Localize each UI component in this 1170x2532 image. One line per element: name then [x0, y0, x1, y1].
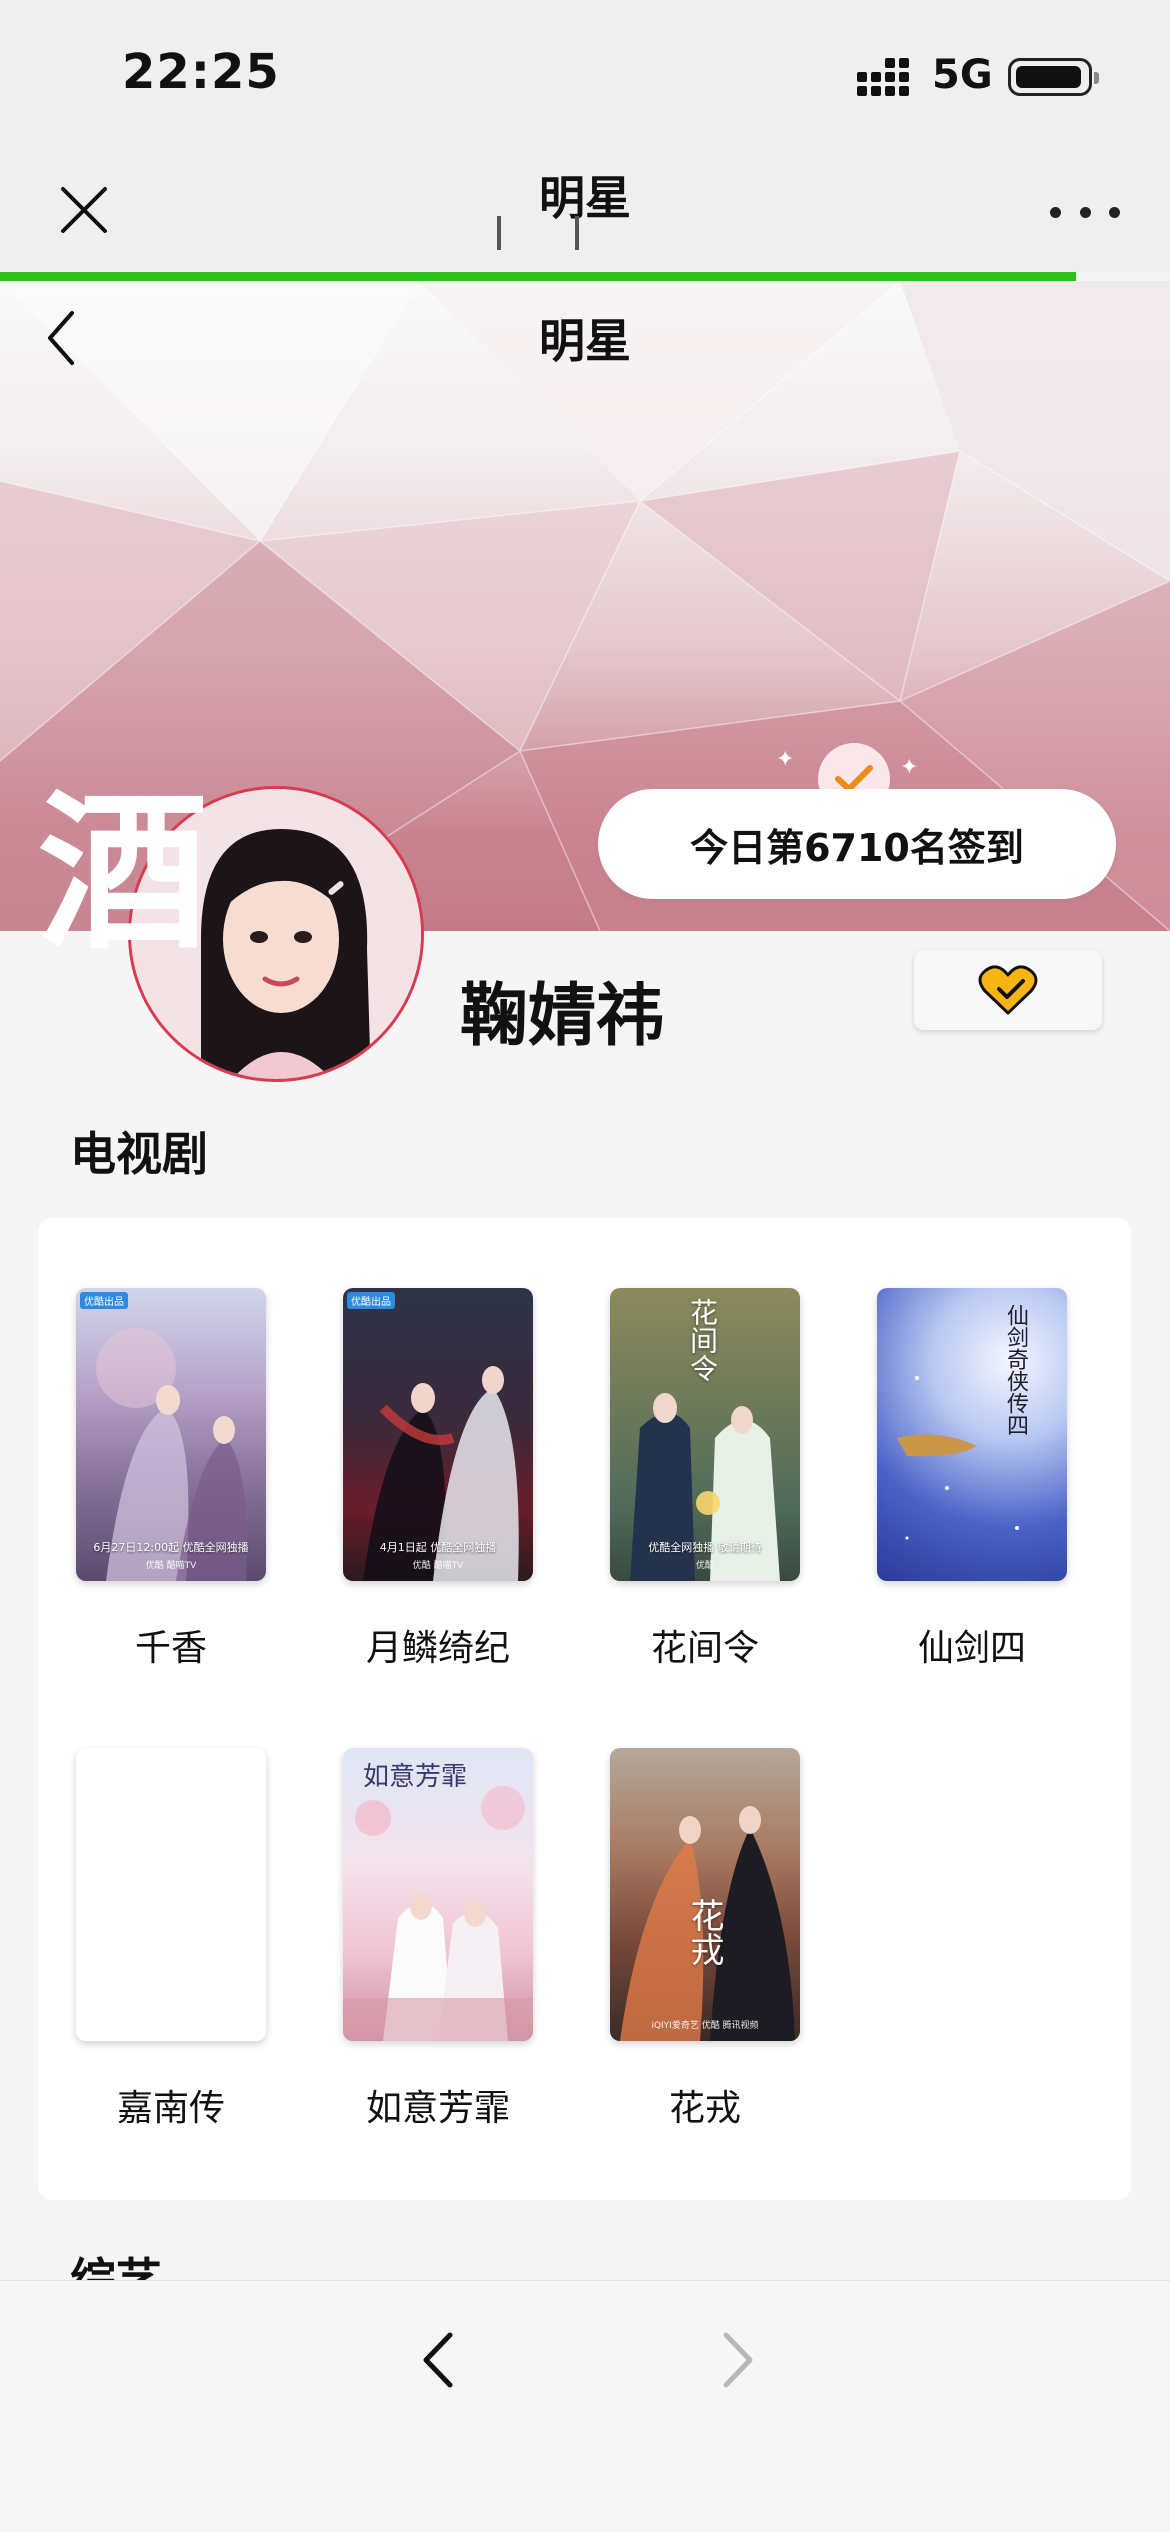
poster-title: 花戎: [684, 1898, 724, 1966]
follow-button[interactable]: [914, 950, 1102, 1030]
mini-program-title-bar: 明星: [0, 150, 1170, 272]
status-bar: 22:25 5G: [0, 0, 1170, 150]
poster-art: [363, 1366, 519, 1581]
show-title: 千香: [134, 1628, 207, 1669]
poster-caption: 4月1日起 优酷全网独播: [379, 1541, 497, 1554]
poster-title: 仙剑奇侠传四: [1003, 1304, 1028, 1436]
progress-fill: [0, 272, 1077, 281]
poster-tag: 优酷出品: [80, 1292, 128, 1309]
show-item[interactable]: 如意芳霏 如意芳霏: [328, 1748, 548, 2131]
poster-title: 如意芳霏: [363, 1762, 468, 1792]
banner-title: 明星: [539, 314, 631, 368]
show-item[interactable]: 优酷出品 4月1日起 优酷全网独播 优酷 酷喵TV 月鳞绮纪: [328, 1288, 548, 1671]
dot-icon: [1109, 206, 1120, 218]
show-item[interactable]: 花戎 iQIYI爱奇艺 优酷 腾讯视频 花戎: [595, 1748, 815, 2131]
show-poster[interactable]: 花间令 优酷全网独播 敬请期待 优酷: [610, 1288, 800, 1581]
show-item[interactable]: 花间令 优酷全网独播 敬请期待 优酷 花间令: [595, 1288, 815, 1671]
show-poster[interactable]: 优酷出品 4月1日起 优酷全网独播 优酷 酷喵TV: [343, 1288, 533, 1581]
poster-caption: 6月27日12:00起 优酷全网独播: [93, 1541, 249, 1554]
network-type: 5G: [932, 52, 993, 98]
poster-caption: 优酷全网独播 敬请期待: [648, 1541, 762, 1554]
bottom-navigation-bar: [0, 2280, 1170, 2532]
show-title: 如意芳霏: [365, 2088, 510, 2129]
poster-art: [620, 1806, 795, 2041]
page-title: 明星: [539, 171, 631, 225]
show-title: 花间令: [650, 1628, 759, 1669]
tv-show-grid: 优酷出品 6月27日12:00起 优酷全网独播 优酷 酷喵TV 千香 优酷出品 …: [38, 1218, 1131, 2200]
poster-art: [897, 1376, 1019, 1540]
show-title: 仙剑四: [917, 1628, 1026, 1669]
show-title: 花戎: [668, 2088, 741, 2129]
poster-title: 花间令: [686, 1298, 719, 1382]
sparkle-icon: ✦: [900, 755, 919, 780]
nav-back-button[interactable]: [410, 2325, 470, 2395]
show-poster[interactable]: 花戎 iQIYI爱奇艺 优酷 腾讯视频: [610, 1748, 800, 2041]
poster-art: [96, 1328, 247, 1581]
poster-tag: 优酷出品: [347, 1292, 395, 1309]
dot-icon: [1079, 206, 1091, 218]
loading-indicator-icon: [497, 216, 579, 250]
show-poster[interactable]: [76, 1748, 266, 2041]
status-time: 22:25: [122, 44, 280, 100]
more-options-button[interactable]: [1050, 192, 1120, 232]
battery-icon: [1008, 58, 1099, 96]
show-poster[interactable]: 如意芳霏: [343, 1748, 533, 2041]
signal-strength-icon: [857, 58, 909, 96]
nav-forward-button[interactable]: [706, 2325, 766, 2395]
checkin-button[interactable]: 今日第6710名签到: [598, 789, 1116, 899]
show-item[interactable]: 仙剑奇侠传四 仙剑四: [862, 1288, 1082, 1671]
poster-subcaption: 优酷: [695, 1561, 714, 1571]
page-load-progress-bar: [0, 272, 1170, 281]
section-title-tv: 电视剧: [70, 1127, 208, 1181]
show-item[interactable]: 优酷出品 6月27日12:00起 优酷全网独播 优酷 酷喵TV 千香: [61, 1288, 281, 1671]
poster-subcaption: iQIYI爱奇艺 优酷 腾讯视频: [651, 2021, 759, 2031]
star-name: 鞠婧祎: [460, 977, 665, 1056]
show-poster[interactable]: 仙剑奇侠传四: [877, 1288, 1067, 1581]
brand-logo-char: 酒: [38, 773, 209, 973]
sparkle-icon: ✦: [776, 747, 795, 772]
heart-check-icon: [978, 965, 1038, 1015]
show-title: 嘉南传: [116, 2088, 225, 2129]
show-title: 月鳞绮纪: [365, 1628, 510, 1669]
dot-icon: [1050, 206, 1061, 218]
poster-subcaption: 优酷 酷喵TV: [412, 1561, 464, 1571]
show-poster[interactable]: 优酷出品 6月27日12:00起 优酷全网独播 优酷 酷喵TV: [76, 1288, 266, 1581]
section-title-variety: 综艺: [70, 2253, 162, 2280]
poster-subcaption: 优酷 酷喵TV: [145, 1561, 197, 1571]
show-item[interactable]: 嘉南传: [61, 1748, 281, 2131]
